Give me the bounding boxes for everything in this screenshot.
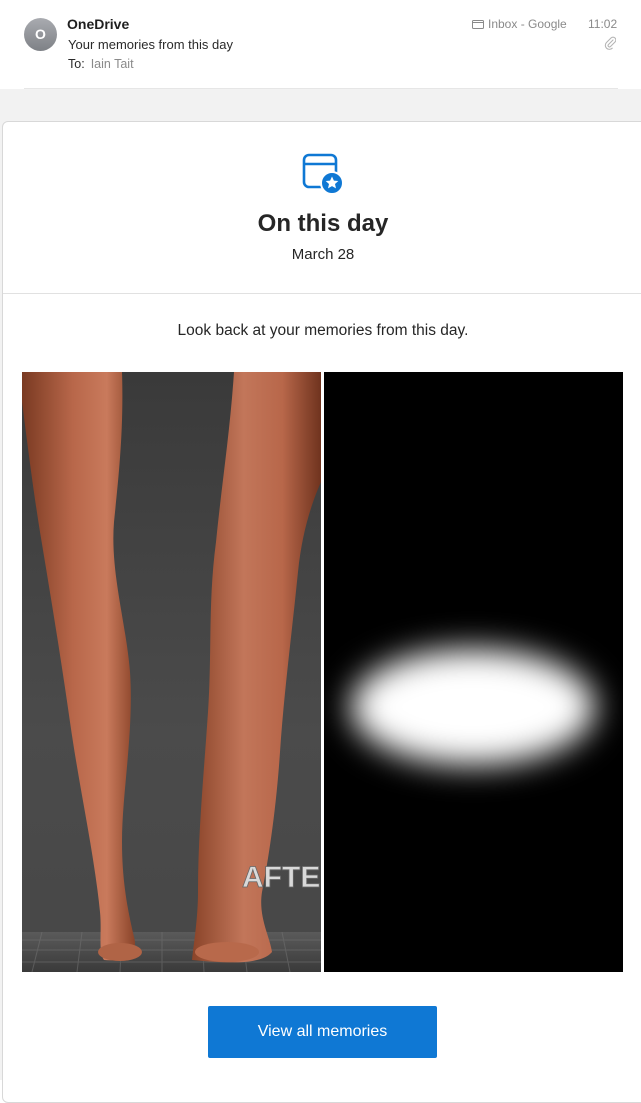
hero-date: March 28 bbox=[291, 246, 355, 263]
hero-section: On this day March 28 bbox=[3, 122, 641, 294]
message-time: 11:02 bbox=[588, 17, 618, 31]
view-all-memories-button[interactable]: View all memories bbox=[208, 1006, 437, 1058]
mailbox-name: Inbox - Google bbox=[488, 17, 567, 31]
message-header: O OneDrive Your memories from this day T… bbox=[0, 0, 641, 89]
email-card: On this day March 28 Look back at your m… bbox=[2, 121, 641, 1103]
photo-overlay-text: AFTE bbox=[242, 861, 320, 894]
to-label: To: bbox=[68, 57, 85, 71]
memory-photo-left[interactable]: AFTE bbox=[22, 372, 321, 972]
message-subject: Your memories from this day bbox=[68, 37, 233, 52]
avatar[interactable]: O bbox=[24, 18, 57, 51]
folder-icon bbox=[472, 20, 484, 29]
hero-title: On this day bbox=[257, 210, 389, 237]
memory-photo-right[interactable] bbox=[324, 372, 623, 972]
mailbox-label[interactable]: Inbox - Google bbox=[472, 17, 567, 31]
calendar-star-icon bbox=[302, 153, 344, 195]
sender-name[interactable]: OneDrive bbox=[67, 16, 129, 32]
intro-text: Look back at your memories from this day… bbox=[177, 322, 469, 339]
recipient-line: To: Iain Tait bbox=[68, 57, 134, 71]
recipient-name[interactable]: Iain Tait bbox=[91, 57, 134, 71]
paperclip-icon[interactable] bbox=[604, 36, 616, 50]
